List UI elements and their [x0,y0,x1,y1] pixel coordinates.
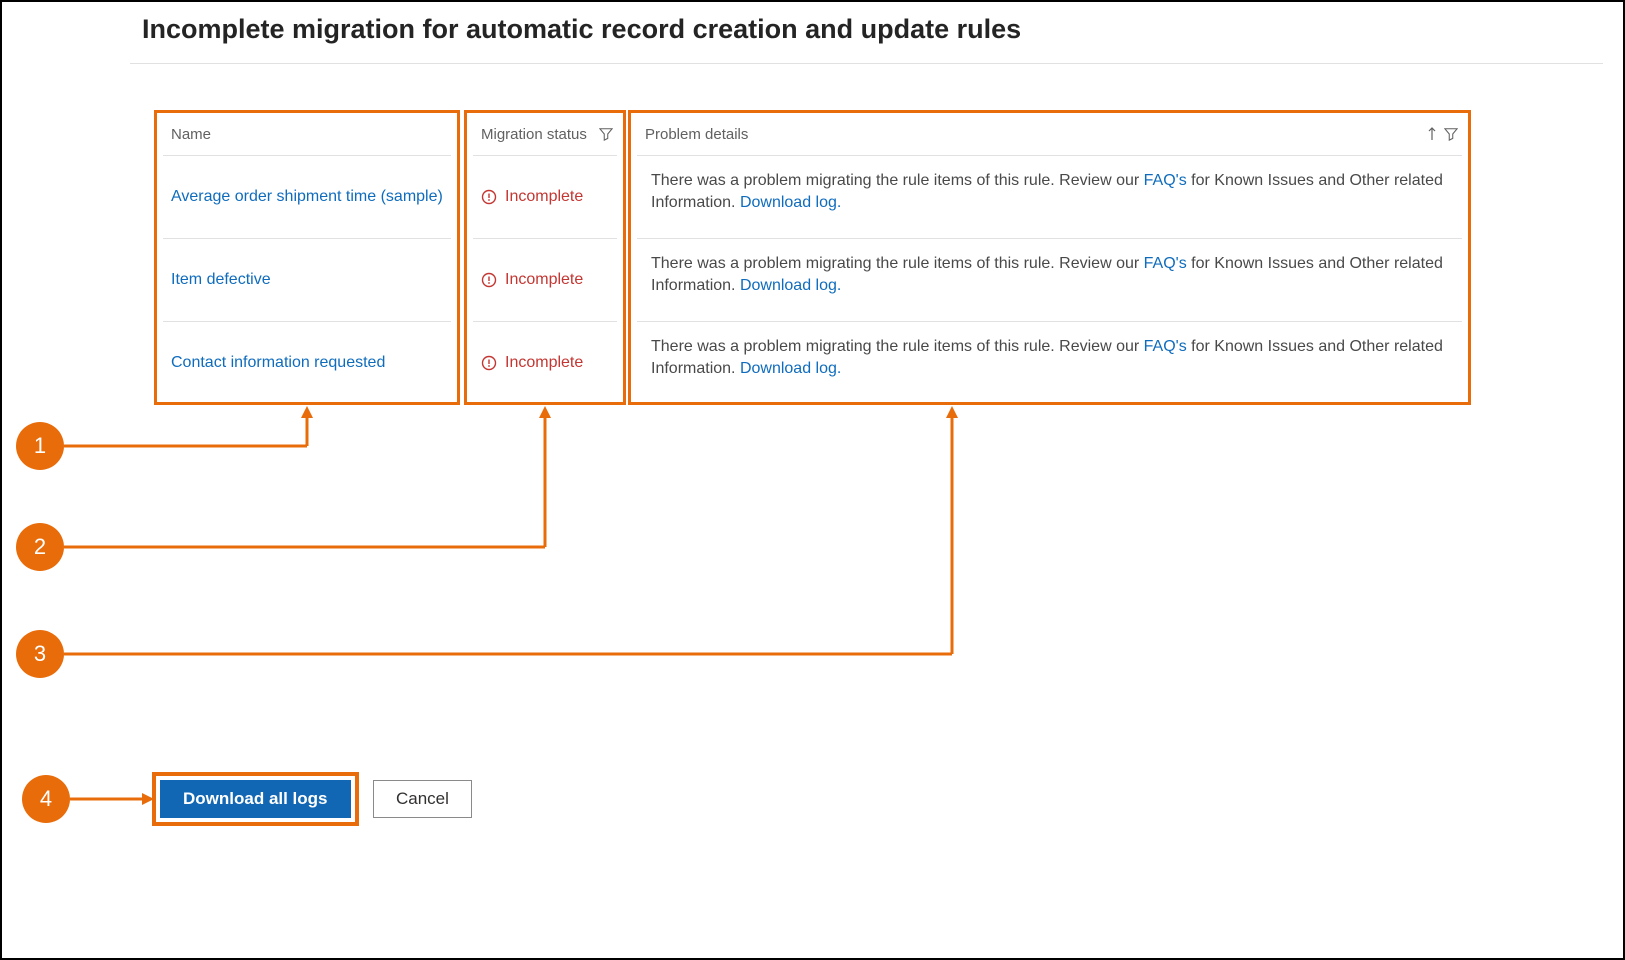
rule-name-link[interactable]: Average order shipment time (sample) [171,188,443,206]
error-icon [481,355,497,371]
callout-arrow-3 [62,404,972,674]
table-row-name[interactable]: Item defective [163,239,451,321]
status-text: Incomplete [505,354,583,372]
migration-table: Name Average order shipment time (sample… [152,110,1471,405]
column-header-name[interactable]: Name [157,113,457,155]
callout-2: 2 [16,523,64,571]
page-title: Incomplete migration for automatic recor… [142,14,1021,45]
table-row-name[interactable]: Average order shipment time (sample) [163,156,451,238]
callout-3: 3 [16,630,64,678]
callout-arrow-4 [70,790,160,810]
filter-icon[interactable] [1444,127,1458,141]
download-log-link[interactable]: Download log. [740,194,841,211]
download-log-link[interactable]: Download log. [740,277,841,294]
rule-name-link[interactable]: Item defective [171,271,271,289]
table-row-status: Incomplete [473,322,617,404]
filter-icon[interactable] [599,127,613,141]
callout-1: 1 [16,422,64,470]
sort-icon[interactable] [1426,127,1438,141]
button-bar: Download all logs Cancel [152,772,472,826]
column-header-details[interactable]: Problem details [631,113,1468,155]
faq-link[interactable]: FAQ's [1144,255,1187,272]
error-icon [481,189,497,205]
table-row-details: There was a problem migrating the rule i… [637,156,1462,238]
title-divider [130,63,1603,64]
table-row-details: There was a problem migrating the rule i… [637,322,1462,404]
column-header-name-label: Name [171,126,211,143]
status-text: Incomplete [505,271,583,289]
column-name-box: Name Average order shipment time (sample… [154,110,460,405]
callout-4: 4 [22,775,70,823]
table-row-status: Incomplete [473,239,617,321]
download-all-logs-highlight: Download all logs [152,772,359,826]
column-header-status-label: Migration status [481,126,587,143]
faq-link[interactable]: FAQ's [1144,172,1187,189]
faq-link[interactable]: FAQ's [1144,338,1187,355]
download-log-link[interactable]: Download log. [740,360,841,377]
details-prefix: There was a problem migrating the rule i… [651,338,1144,355]
table-row-name[interactable]: Contact information requested [163,322,451,404]
table-row-status: Incomplete [473,156,617,238]
rule-name-link[interactable]: Contact information requested [171,354,385,372]
column-details-box: Problem details There was a problem migr… [628,110,1471,405]
download-all-logs-button[interactable]: Download all logs [160,780,351,818]
error-icon [481,272,497,288]
column-header-details-label: Problem details [645,126,748,143]
column-status-box: Migration status Incomplete Incomplete I… [464,110,626,405]
cancel-button[interactable]: Cancel [373,780,472,818]
status-text: Incomplete [505,188,583,206]
details-prefix: There was a problem migrating the rule i… [651,255,1144,272]
table-row-details: There was a problem migrating the rule i… [637,239,1462,321]
details-prefix: There was a problem migrating the rule i… [651,172,1144,189]
column-header-status[interactable]: Migration status [467,113,623,155]
